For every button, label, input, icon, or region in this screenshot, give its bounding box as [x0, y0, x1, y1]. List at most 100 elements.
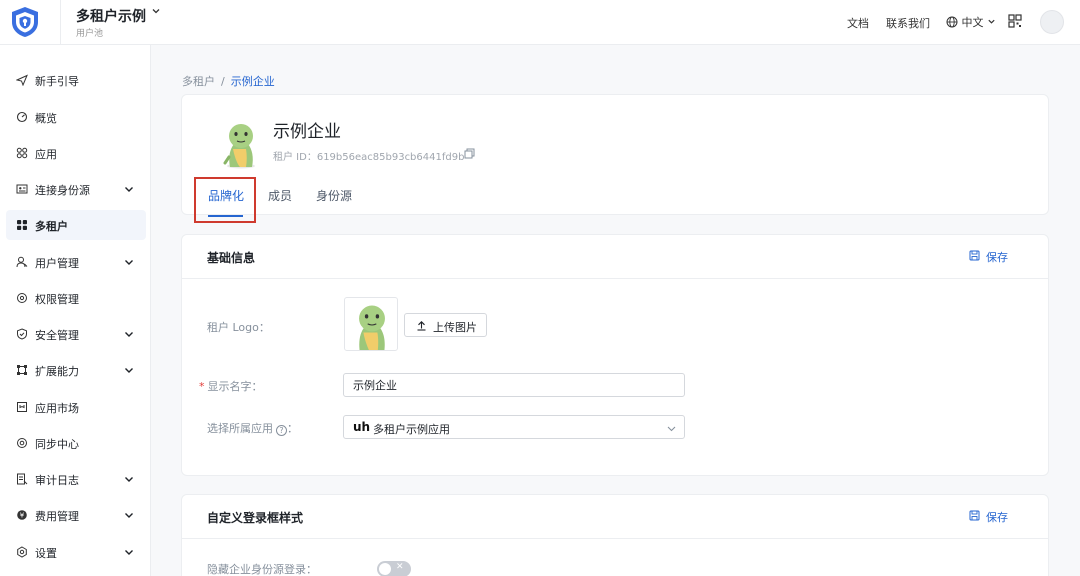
- app-logo-icon[interactable]: [10, 6, 40, 38]
- extension-icon: [17, 365, 27, 375]
- app-select[interactable]: uh 多租户示例应用: [343, 415, 685, 439]
- sidebar-item-label: 审计日志: [35, 474, 79, 487]
- sidebar-item-label: 多租户: [35, 220, 68, 233]
- copy-icon[interactable]: [464, 148, 475, 159]
- tenant-id: 租户 ID：619b56eac85b93cb6441fd9b: [273, 148, 464, 163]
- chevron-down-icon[interactable]: [123, 473, 135, 485]
- sidebar-item[interactable]: ¥ 费用管理: [6, 500, 146, 530]
- log-icon: [17, 473, 28, 485]
- sync-icon: [17, 438, 27, 448]
- required-marker: *: [199, 380, 205, 393]
- chevron-down-icon[interactable]: [123, 509, 135, 521]
- app-name[interactable]: 多租户示例: [76, 6, 146, 26]
- upload-image-button[interactable]: 上传图片: [404, 313, 487, 337]
- breadcrumb-separator: /: [221, 75, 225, 88]
- shield-icon: [17, 328, 27, 340]
- upload-button-label: 上传图片: [433, 321, 477, 334]
- tenant-logo-label: 租户 Logo：: [207, 321, 270, 334]
- language-switcher[interactable]: 中文: [946, 14, 996, 30]
- app-select-label: 选择所属应用?：: [207, 420, 298, 436]
- card-header: 自定义登录框样式 保存: [182, 495, 1048, 539]
- app-logo-icon: uh: [353, 420, 371, 434]
- sidebar-item[interactable]: 概览: [6, 102, 146, 132]
- sidebar-item[interactable]: 审计日志: [6, 464, 146, 494]
- chevron-down-icon[interactable]: [151, 6, 161, 19]
- chevron-down-icon: [667, 426, 676, 432]
- app-switcher[interactable]: 多租户示例 用户池: [60, 0, 160, 44]
- language-label: 中文: [961, 16, 984, 29]
- card-header: 基础信息 保存: [182, 235, 1048, 279]
- sidebar-item[interactable]: 应用: [6, 138, 146, 168]
- sidebar-item[interactable]: 多租户: [6, 210, 146, 240]
- contact-link[interactable]: 联系我们: [886, 15, 930, 31]
- breadcrumb-parent[interactable]: 多租户: [182, 75, 215, 88]
- tenant-name: 示例企业: [273, 122, 341, 142]
- sidebar-item[interactable]: 用户管理: [6, 247, 146, 277]
- tab-identity-sources[interactable]: 身份源: [316, 187, 352, 204]
- save-button[interactable]: 保存: [969, 509, 1008, 525]
- apps-icon: [16, 147, 28, 159]
- login-style-card: 自定义登录框样式 保存 隐藏企业身份源登录： ✕: [181, 494, 1049, 576]
- sidebar: 新手引导概览应用连接身份源多租户用户管理权限管理安全管理扩展能力应用市场同步中心…: [0, 45, 151, 576]
- help-icon[interactable]: ?: [276, 425, 287, 436]
- basic-info-card: 基础信息 保存 租户 Logo： 上传图片 * 显示名字： 示例企业 选择所属应…: [181, 234, 1049, 476]
- app-select-value: 多租户示例应用: [373, 423, 450, 436]
- sidebar-item-label: 应用: [35, 148, 57, 161]
- sidebar-item-label: 设置: [35, 547, 57, 560]
- chevron-down-icon: [988, 19, 995, 24]
- svg-text:¥: ¥: [20, 512, 25, 520]
- breadcrumb: 多租户 / 示例企业: [182, 73, 275, 89]
- chevron-down-icon[interactable]: [123, 183, 135, 195]
- sidebar-item[interactable]: 应用市场: [6, 392, 146, 422]
- sidebar-item-label: 同步中心: [35, 438, 79, 451]
- user-icon: [16, 256, 28, 268]
- chevron-down-icon[interactable]: [123, 256, 135, 268]
- annotation-highlight-box: [194, 177, 256, 223]
- chevron-down-icon[interactable]: [123, 546, 135, 558]
- market-icon: [17, 402, 27, 412]
- sidebar-item[interactable]: 设置: [6, 537, 146, 567]
- card-title: 基础信息: [207, 251, 256, 265]
- app-select-label-text: 选择所属应用: [207, 422, 273, 435]
- top-bar: 多租户示例 用户池 文档 联系我们 中文: [0, 0, 1080, 45]
- send-icon: [16, 74, 28, 86]
- tenant-logo-image: [359, 305, 385, 350]
- sidebar-item-label: 扩展能力: [35, 365, 79, 378]
- docs-link[interactable]: 文档: [847, 15, 869, 31]
- sidebar-item[interactable]: 连接身份源: [6, 174, 146, 204]
- save-button-label: 保存: [986, 511, 1008, 524]
- chevron-down-icon[interactable]: [123, 364, 135, 376]
- save-icon: [969, 510, 980, 521]
- sidebar-item-label: 连接身份源: [35, 184, 90, 197]
- id-card-icon: [16, 184, 28, 194]
- hide-idp-toggle[interactable]: ✕: [377, 561, 411, 576]
- tenant-avatar-image: [223, 124, 255, 169]
- save-button[interactable]: 保存: [969, 249, 1008, 265]
- sidebar-item[interactable]: 安全管理: [6, 319, 146, 349]
- sidebar-item-label: 用户管理: [35, 257, 79, 270]
- display-name-input[interactable]: [343, 373, 685, 397]
- display-name-label: * 显示名字：: [199, 378, 263, 394]
- tenant-logo-preview: [344, 297, 398, 351]
- chevron-down-icon[interactable]: [123, 328, 135, 340]
- sidebar-item-label: 新手引导: [35, 75, 79, 88]
- save-button-label: 保存: [986, 251, 1008, 264]
- tab-members[interactable]: 成员: [268, 187, 292, 204]
- toggle-knob: [379, 563, 391, 575]
- card-title: 自定义登录框样式: [207, 511, 304, 525]
- globe-icon: [946, 16, 958, 28]
- display-name-label-text: 显示名字：: [207, 380, 263, 393]
- tenant-id-label: 租户 ID：: [273, 152, 317, 163]
- user-avatar[interactable]: [1040, 10, 1064, 34]
- dashboard-icon: [16, 111, 28, 123]
- close-icon: ✕: [396, 562, 404, 572]
- sidebar-item-label: 概览: [35, 112, 57, 125]
- qr-code-icon[interactable]: [1008, 14, 1022, 28]
- sidebar-item[interactable]: 同步中心: [6, 428, 146, 458]
- tenant-id-value: 619b56eac85b93cb6441fd9b: [316, 152, 465, 163]
- grid-icon: [17, 220, 27, 230]
- sidebar-item[interactable]: 新手引导: [6, 65, 146, 95]
- settings-icon: [17, 546, 27, 558]
- sidebar-item[interactable]: 扩展能力: [6, 355, 146, 385]
- sidebar-item[interactable]: 权限管理: [6, 283, 146, 313]
